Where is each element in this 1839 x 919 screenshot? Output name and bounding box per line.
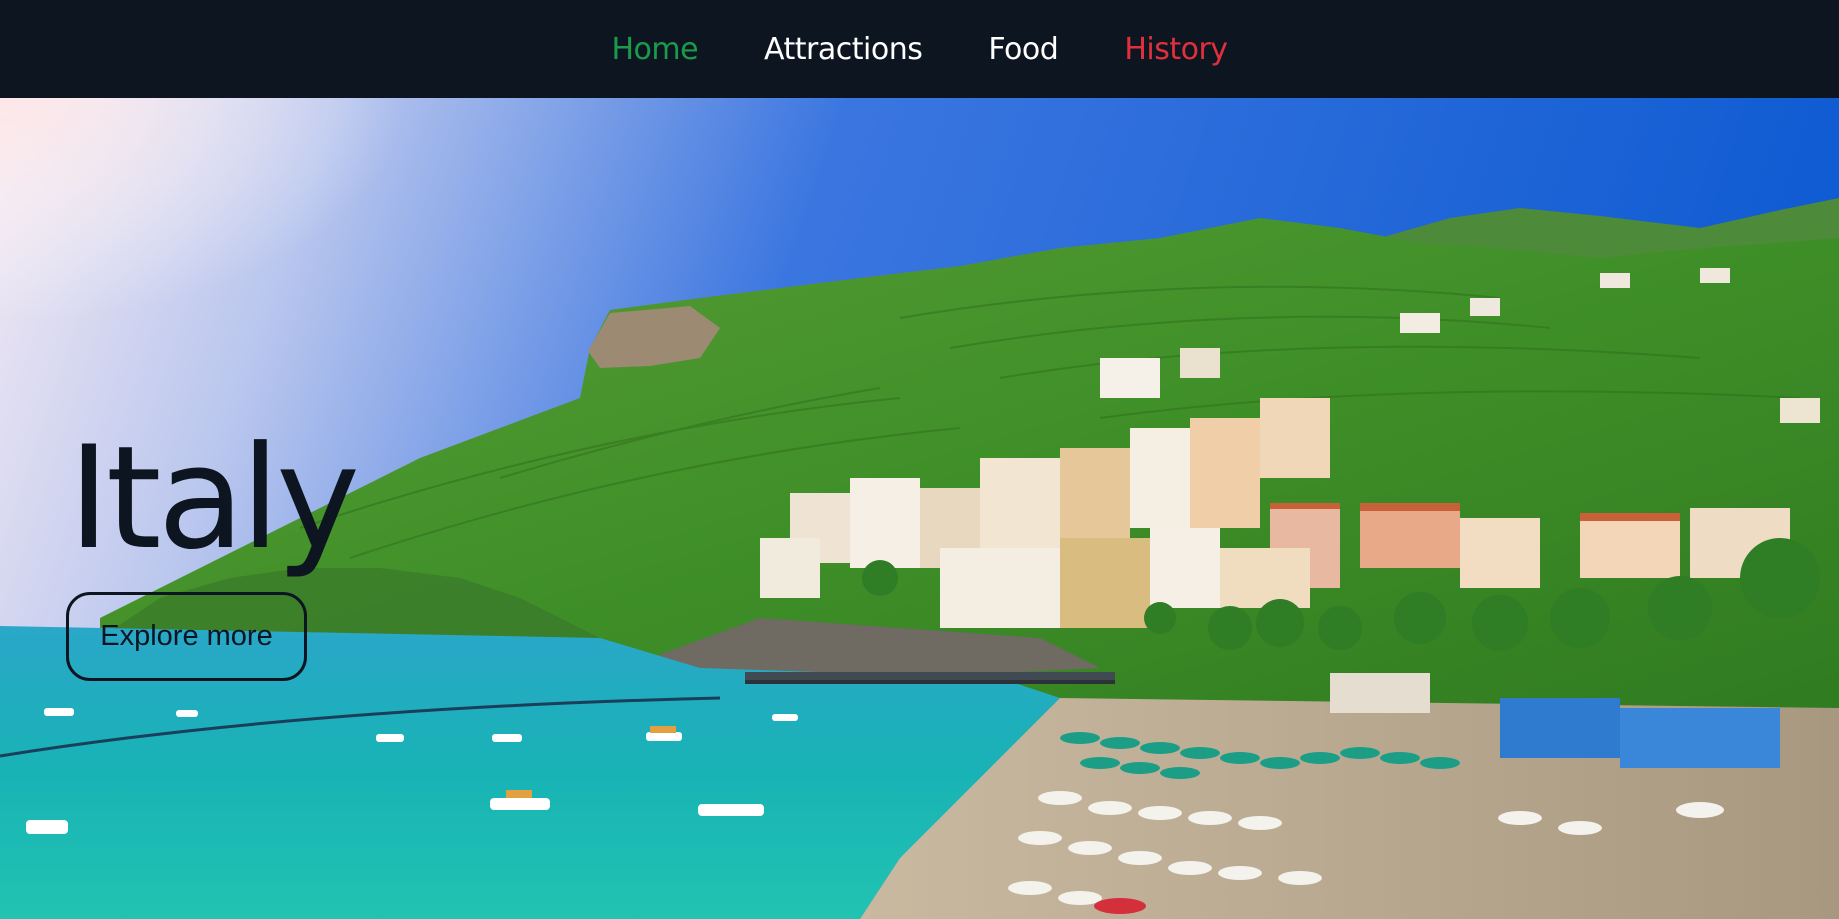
nav-link-attractions[interactable]: Attractions [764,32,923,67]
nav-link-history[interactable]: History [1124,32,1228,67]
nav-link-food[interactable]: Food [988,32,1058,67]
hero-banner: Italy Explore more [0,98,1839,919]
top-navbar: Home Attractions Food History [0,0,1839,98]
hero-title: Italy [68,416,360,581]
explore-more-button[interactable]: Explore more [66,592,307,681]
nav-link-home[interactable]: Home [611,32,698,67]
